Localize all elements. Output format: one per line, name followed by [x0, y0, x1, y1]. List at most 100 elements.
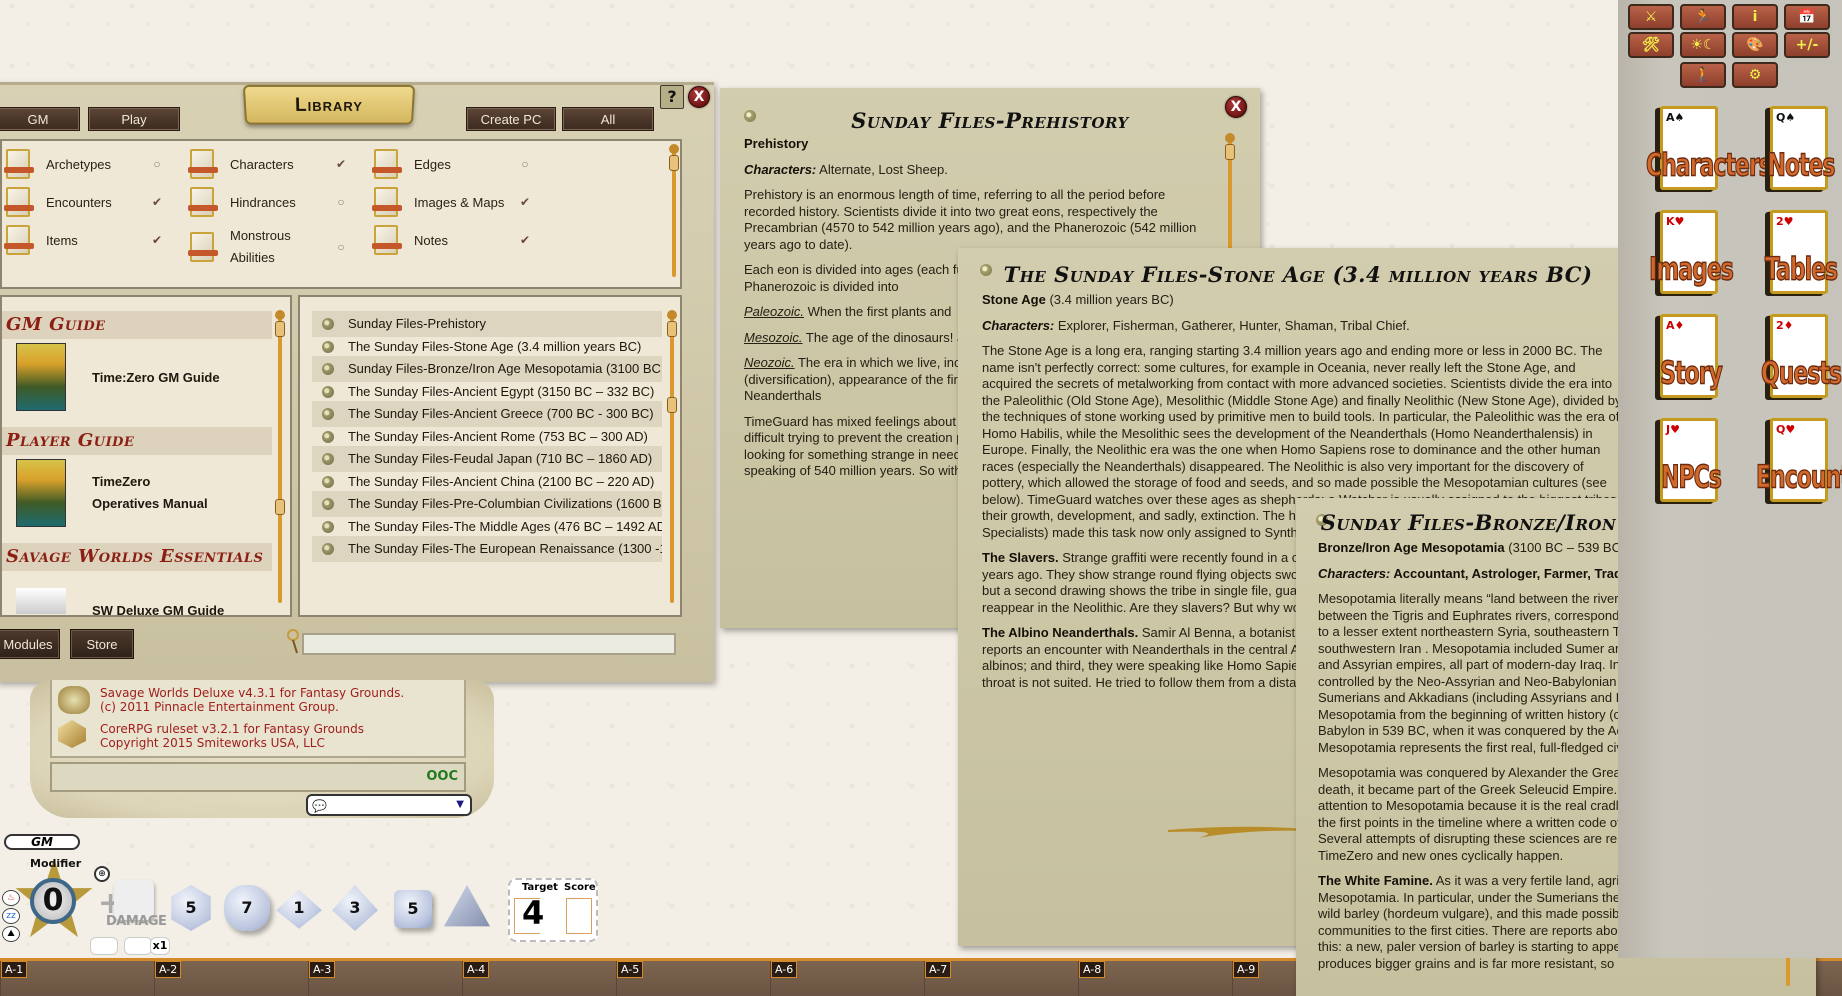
sidebar: ⚔ 🏃 i 📅 🛠 ☀☾ 🎨 +/- 🚶 ⚙ A♠ Characters Q♠ Notes K♥ Image… [1618, 0, 1842, 958]
tab-all[interactable]: All [562, 107, 654, 131]
d10-die[interactable]: 1 [276, 889, 322, 929]
category-notes[interactable]: Notes ✔ [372, 225, 532, 255]
category-scrollbar[interactable] [669, 144, 679, 277]
category-toggle[interactable]: ✔ [150, 233, 164, 247]
group-heading-gm-guide[interactable]: GM Guide [2, 311, 272, 339]
scroll-thumb[interactable] [1225, 144, 1235, 160]
scroll-thumb[interactable] [669, 155, 679, 171]
d8-die[interactable]: 3 [332, 885, 378, 931]
category-monstrous-abilities[interactable]: Monstrous Abilities ○ [188, 225, 348, 269]
deck-characters[interactable]: A♠ Characters [1646, 106, 1772, 194]
story-entry-icon [322, 475, 334, 488]
monstrous-abilities-card-icon [188, 232, 218, 262]
group-heading-sw-essentials[interactable]: Savage Worlds Essentials [2, 543, 272, 571]
deck-notes[interactable]: Q♠ Notes [1762, 106, 1836, 194]
group-heading-player-guide[interactable]: Player Guide [2, 427, 272, 455]
score-field[interactable] [566, 898, 592, 934]
groups-scrollbar[interactable] [275, 310, 285, 603]
scroll-thumb-end[interactable] [667, 397, 677, 413]
help-button[interactable]: ? [660, 85, 684, 109]
shield-field[interactable] [90, 937, 118, 955]
party-sheet-button[interactable]: 🏃 [1680, 4, 1726, 30]
deck-tables[interactable]: 2♥ Tables [1762, 210, 1839, 298]
tab-play[interactable]: Play [88, 107, 180, 131]
story-entry-icon [322, 385, 334, 398]
module-operatives-manual[interactable]: TimeZero Operatives Manual [16, 459, 212, 527]
category-toggle[interactable]: ○ [334, 240, 348, 254]
colors-button[interactable]: 🎨 [1732, 32, 1778, 58]
deck-label: Tables [1764, 252, 1838, 288]
chat-input[interactable]: OOC [50, 762, 466, 792]
calendar-button[interactable]: 📅 [1784, 4, 1830, 30]
category-archetypes[interactable]: Archetypes ○ [4, 149, 164, 179]
category-images-maps[interactable]: Images & Maps ✔ [372, 187, 532, 217]
scroll-thumb[interactable] [275, 321, 285, 337]
tab-gm[interactable]: GM [0, 107, 80, 131]
hotkey-slot[interactable]: A-5 [616, 961, 770, 996]
hotkey-slot[interactable]: A-3 [308, 961, 462, 996]
chat-mode-dropdown[interactable]: 💬 ▼ [306, 794, 472, 816]
lighting-button[interactable]: ☀☾ [1680, 32, 1726, 58]
story-list-item[interactable]: The Sunday Files-The European Renaissanc… [312, 536, 662, 562]
deck-npcs[interactable]: J♥ NPCs [1652, 418, 1726, 506]
list-scrollbar[interactable] [667, 310, 677, 603]
store-button[interactable]: Store [70, 629, 134, 659]
terrain-icon[interactable]: ⛰ [2, 926, 20, 942]
chat-log[interactable]: Savage Worlds Deluxe v4.3.1 for Fantasy … [50, 680, 466, 758]
deck-encounters[interactable]: Q♥Encounters [1756, 418, 1842, 506]
hotkey-slot[interactable]: A-4 [462, 961, 616, 996]
ooc-toggle[interactable]: OOC [426, 769, 458, 784]
library-close-button[interactable]: X [688, 86, 710, 108]
d12-die[interactable]: 7 [224, 885, 270, 931]
category-toggle[interactable]: ✔ [518, 233, 532, 247]
combat-tracker-button[interactable]: ⚔ [1628, 4, 1674, 30]
category-encounters[interactable]: Encounters ✔ [4, 187, 164, 217]
target-value[interactable]: 4 [522, 894, 544, 932]
d20-die[interactable]: 5 [171, 885, 211, 931]
library-search-input[interactable] [302, 633, 676, 655]
hotkey-slot[interactable]: A-6 [770, 961, 924, 996]
scroll-thumb[interactable] [667, 321, 677, 337]
d4-die[interactable] [444, 885, 490, 927]
d6-die[interactable]: 5 [394, 890, 432, 928]
info-icon: i [1752, 9, 1758, 25]
story-entry-icon [322, 543, 334, 555]
flame-icon[interactable]: ♨ [2, 890, 20, 906]
info-button[interactable]: i [1732, 4, 1778, 30]
gm-identity-badge[interactable]: GM [4, 834, 80, 850]
story-title: The Sunday Files-Stone Age (3.4 million … [1003, 262, 1593, 287]
deck-images[interactable]: K♥ Images [1649, 210, 1734, 298]
hotkey-slot[interactable]: A-8 [1078, 961, 1232, 996]
create-pc-button[interactable]: Create PC [466, 107, 556, 131]
wound-field[interactable] [124, 937, 152, 955]
story-close-button[interactable]: X [1225, 96, 1247, 118]
category-toggle[interactable]: ○ [518, 157, 532, 171]
category-edges[interactable]: Edges ○ [372, 149, 532, 179]
modules-button[interactable]: Modules [0, 629, 60, 659]
category-characters[interactable]: Characters ✔ [188, 149, 348, 179]
category-toggle[interactable]: ✔ [150, 195, 164, 209]
damage-die[interactable]: + DAMAGE [98, 880, 167, 930]
category-toggle[interactable]: ✔ [334, 157, 348, 171]
modifiers-button[interactable]: +/- [1784, 32, 1830, 58]
sleep-icon[interactable]: zz [2, 908, 20, 924]
category-toggle[interactable]: ○ [150, 157, 164, 171]
hotkey-slot[interactable]: A-7 [924, 961, 1078, 996]
hotkey-slot[interactable]: A-2 [154, 961, 308, 996]
scroll-thumb-end[interactable] [275, 499, 285, 515]
modifier-value[interactable]: 0 [30, 878, 76, 924]
hotkey-slot[interactable]: A-1 [0, 961, 154, 996]
category-toggle[interactable]: ○ [334, 195, 348, 209]
module-sw-deluxe[interactable]: SW Deluxe GM Guide [16, 583, 224, 615]
category-hindrances[interactable]: Hindrances ○ [188, 187, 348, 217]
category-items[interactable]: Items ✔ [4, 225, 164, 255]
calendar-icon: 📅 [1798, 9, 1816, 25]
multiplier-field[interactable]: x1 [150, 937, 170, 955]
deck-story[interactable]: A♦ Story [1652, 314, 1726, 402]
deck-quests[interactable]: 2♦ Quests [1761, 314, 1842, 402]
effects-button[interactable]: 🚶 [1680, 62, 1726, 88]
category-toggle[interactable]: ✔ [518, 195, 532, 209]
module-gm-guide[interactable]: Time:Zero GM Guide [16, 343, 220, 411]
tools-button[interactable]: 🛠 [1628, 32, 1674, 58]
options-button[interactable]: ⚙ [1732, 62, 1778, 88]
